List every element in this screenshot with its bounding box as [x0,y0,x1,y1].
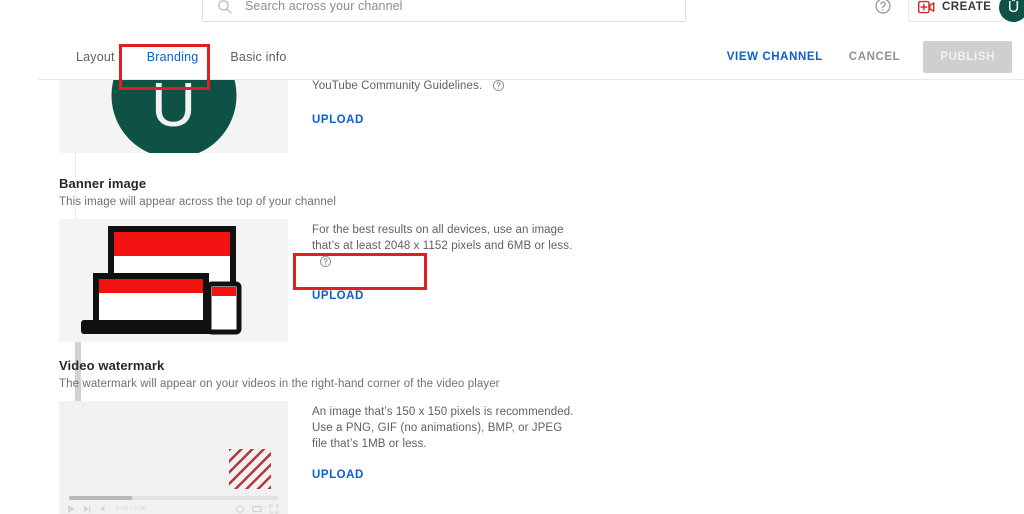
watermark-subtitle: The watermark will appear on your videos… [59,378,500,390]
tab-layout[interactable]: Layout [60,33,131,80]
section-banner-image: Banner image This image will appear acro… [59,176,580,342]
profile-picture-row: U YouTube Community Guidelines. UPLOAD [59,80,580,153]
create-button[interactable]: CREATE [908,0,1004,22]
tab-list: Layout Branding Basic info [60,33,303,80]
search-bar[interactable] [202,0,686,22]
player-progress-bar[interactable] [69,496,278,500]
banner-title: Banner image [59,176,147,191]
fullscreen-icon[interactable] [269,504,279,514]
player-progress-fill [69,496,132,500]
section-profile-picture: U YouTube Community Guidelines. UPLOAD [59,80,580,153]
banner-subtitle: This image will appear across the top of… [59,196,336,208]
watermark-side: An image that’s 150 x 150 pixels is reco… [312,401,580,483]
cancel-button[interactable]: CANCEL [839,42,911,72]
avatar-letter: Ů [1007,0,1020,16]
watermark-description: An image that’s 150 x 150 pixels is reco… [312,406,574,450]
watermark-placeholder-icon [229,449,271,489]
watermark-row: 0:00 / 0:00 An image that’s 150 x 150 pi… [59,401,580,514]
profile-picture-side: YouTube Community Guidelines. UPLOAD [312,80,580,128]
banner-image-preview[interactable] [59,219,288,342]
top-header: CREATE Ů [0,0,1024,29]
section-video-watermark: Video watermark The watermark will appea… [59,358,580,514]
search-icon [216,0,233,15]
tab-basic-info[interactable]: Basic info [214,33,302,80]
tab-branding-label: Branding [146,49,199,64]
create-button-label: CREATE [942,1,992,13]
player-controls: 0:00 / 0:00 [68,502,279,514]
tab-layout-label: Layout [76,49,115,64]
upload-profile-picture-button[interactable]: UPLOAD [312,114,364,126]
tab-bar: Layout Branding Basic info VIEW CHANNEL … [38,33,1024,80]
profile-picture-description: YouTube Community Guidelines. [312,80,580,97]
player-time-label: 0:00 / 0:00 [116,505,147,512]
profile-picture-preview[interactable]: U [59,80,288,153]
page-root: CREATE Ů Layout Branding Basic info VIEW… [0,0,1024,514]
help-button[interactable] [872,0,894,19]
watermark-title: Video watermark [59,358,165,373]
header-actions: VIEW CHANNEL CANCEL PUBLISH [717,33,1012,80]
theater-mode-icon[interactable] [252,504,262,514]
banner-description: For the best results on all devices, use… [312,222,580,273]
tab-basic-info-label: Basic info [230,49,287,64]
banner-description-text: For the best results on all devices, use… [312,224,573,252]
watermark-preview[interactable]: 0:00 / 0:00 [59,401,288,514]
player-controls-right [235,504,279,514]
settings-gear-icon[interactable] [235,504,245,514]
profile-picture-avatar: U [111,80,236,153]
help-circle-icon[interactable] [319,255,332,273]
upload-banner-button[interactable]: UPLOAD [312,290,364,302]
help-circle-icon [874,0,892,20]
publish-button[interactable]: PUBLISH [923,40,1012,73]
play-icon[interactable] [68,504,75,513]
volume-icon[interactable] [99,504,109,514]
banner-side: For the best results on all devices, use… [312,219,580,304]
help-circle-icon[interactable] [492,80,505,97]
banner-row: For the best results on all devices, use… [59,219,580,342]
tab-branding[interactable]: Branding [131,33,215,80]
view-channel-button[interactable]: VIEW CHANNEL [717,42,833,72]
next-icon[interactable] [82,504,92,514]
profile-picture-letter: U [151,80,196,140]
upload-watermark-button[interactable]: UPLOAD [312,469,364,481]
devices-illustration [81,226,242,335]
player-controls-left: 0:00 / 0:00 [68,504,147,514]
settings-content: U YouTube Community Guidelines. UPLOAD B… [38,80,1024,514]
create-video-icon [918,0,935,14]
search-input[interactable] [245,0,645,13]
profile-picture-description-text: YouTube Community Guidelines. [312,80,483,92]
